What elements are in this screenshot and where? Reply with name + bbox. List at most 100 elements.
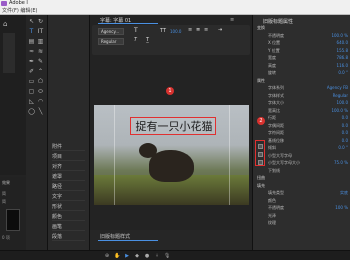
property-row[interactable]: 小型大写字母 — [256, 153, 348, 159]
vertical-path-type-icon[interactable]: ≋ — [37, 48, 44, 55]
marker-icon[interactable]: ◆ — [134, 253, 140, 259]
align-right-icon[interactable]: ≡ — [204, 27, 208, 34]
property-section[interactable]: 填充 — [256, 183, 348, 189]
dock-row[interactable]: 段落 — [52, 233, 85, 241]
dock-row[interactable]: 遮罩 — [52, 173, 85, 181]
property-value[interactable]: 0.0 — [342, 130, 348, 136]
bold-icon[interactable]: T — [134, 27, 138, 34]
property-row[interactable]: 高度 116.0 — [256, 63, 348, 69]
play-icon[interactable]: ▶ — [124, 253, 130, 259]
ellipse-tool-icon[interactable]: ◯ — [28, 108, 35, 115]
menu-items[interactable]: 文件(F) 编辑(E) — [2, 8, 37, 14]
dock-row[interactable]: 项目 — [52, 153, 85, 161]
home-icon[interactable]: ⌂ — [3, 20, 11, 28]
clipped-corner-icon[interactable]: ⬠ — [37, 78, 44, 85]
vertical-area-type-icon[interactable]: ▥ — [37, 38, 44, 45]
dock-row[interactable]: 文字 — [52, 193, 85, 201]
property-row[interactable]: 字体系列 Agency FB — [256, 85, 348, 91]
property-row[interactable]: 下划线 — [256, 168, 348, 174]
vertical-type-tool-icon[interactable]: IT — [37, 28, 44, 35]
property-value[interactable]: Agency FB — [327, 85, 348, 91]
property-value[interactable]: 0.0 ° — [338, 145, 348, 151]
dock-row[interactable]: 颜色 — [52, 213, 85, 221]
property-row[interactable]: 光泽 — [256, 213, 348, 219]
line-tool-icon[interactable]: ╲ — [37, 108, 44, 115]
property-section[interactable]: 变换 — [256, 25, 348, 31]
property-value[interactable]: 100.0 % — [331, 108, 348, 114]
property-value[interactable]: 0.0 ° — [338, 70, 348, 76]
property-row[interactable]: 宽度 786.8 — [256, 55, 348, 61]
property-row[interactable]: 行距 0.0 — [256, 115, 348, 121]
property-row[interactable]: 字符间距 0.0 — [256, 130, 348, 136]
underline-icon[interactable]: T̲ — [146, 37, 149, 44]
hand-icon[interactable]: ✋ — [114, 253, 120, 259]
list-item[interactable]: 简 — [2, 199, 6, 205]
property-row[interactable]: 字体大小 100.0 — [256, 100, 348, 106]
property-row[interactable]: X 位置 640.0 — [256, 40, 348, 46]
property-row[interactable]: 倾斜 0.0 ° — [256, 145, 348, 151]
dock-row[interactable]: 路径 — [52, 183, 85, 191]
property-value[interactable]: 75.0 % — [334, 160, 348, 166]
dock-row[interactable]: 对齐 — [52, 163, 85, 171]
property-value[interactable]: 100.0 % — [331, 33, 348, 39]
property-value[interactable]: 0.0 — [342, 123, 348, 129]
title-styles-label[interactable]: 旧版标题样式 — [100, 233, 130, 240]
record-icon[interactable]: ● — [144, 253, 150, 259]
property-row[interactable]: 宽高比 100.0 % — [256, 108, 348, 114]
list-item[interactable]: 简 — [2, 191, 6, 197]
property-row[interactable]: 旋转 0.0 ° — [256, 70, 348, 76]
convert-anchor-icon[interactable]: ⌃ — [37, 68, 44, 75]
align-left-icon[interactable]: ≡ — [188, 27, 192, 34]
property-value[interactable]: 0.0 — [342, 115, 348, 121]
property-value[interactable]: 116.0 — [337, 63, 348, 69]
italic-icon[interactable]: 𝑇 — [134, 37, 137, 44]
caption-text-box[interactable]: 捉有一只小花猫 — [130, 117, 216, 135]
property-section[interactable]: 扭曲 — [256, 175, 348, 181]
wedge-tool-icon[interactable]: ◺ — [28, 98, 35, 105]
property-value[interactable]: 0.0 — [342, 138, 348, 144]
font-family-select[interactable]: Agency... — [98, 28, 124, 35]
rounded-rect-icon[interactable]: ▢ — [28, 88, 35, 95]
add-anchor-icon[interactable]: ✐ — [28, 68, 35, 75]
dock-row[interactable]: 形状 — [52, 203, 85, 211]
delete-anchor-icon[interactable]: ✎ — [37, 58, 44, 65]
property-row[interactable]: 字偶间距 0.0 — [256, 123, 348, 129]
property-row[interactable]: 不透明度 100 % — [256, 205, 348, 211]
area-type-tool-icon[interactable]: ▤ — [28, 38, 35, 45]
font-size-value[interactable]: 100.0 — [170, 29, 181, 34]
property-value[interactable]: 155.8 — [337, 48, 348, 54]
rectangle-tool-icon[interactable]: ▭ — [28, 78, 35, 85]
property-row[interactable]: 纹理 — [256, 220, 348, 226]
property-value[interactable]: 786.8 — [337, 55, 348, 61]
property-row[interactable]: 基线位移 0.0 — [256, 138, 348, 144]
video-preview[interactable]: 捉有一只小花猫 — [94, 105, 249, 205]
type-tool-icon[interactable]: T — [28, 28, 35, 35]
property-row[interactable]: 颜色 — [256, 198, 348, 204]
menu-icon[interactable]: ≡ — [230, 17, 234, 23]
mic-icon[interactable]: 🎙 — [164, 253, 170, 259]
property-value[interactable]: 640.0 — [337, 40, 348, 46]
caption-text[interactable]: 捉有一只小花猫 — [131, 118, 217, 136]
pen-tool-icon[interactable]: ✒ — [28, 58, 35, 65]
property-value[interactable]: 100.0 — [337, 100, 348, 106]
property-row[interactable]: 字体样式 Regular — [256, 93, 348, 99]
trim-icon[interactable]: ⟊ — [154, 253, 160, 259]
dock-row[interactable]: 附件 — [52, 143, 85, 151]
tab-stops-icon[interactable]: ⇥ — [218, 27, 222, 34]
property-row[interactable]: 不透明度 100.0 % — [256, 33, 348, 39]
align-center-icon[interactable]: ≣ — [196, 27, 200, 34]
zoom-icon[interactable]: ⊕ — [104, 253, 110, 259]
selection-tool-icon[interactable]: ↖ — [28, 18, 35, 25]
font-style-select[interactable]: Regular — [98, 38, 124, 45]
property-value[interactable]: 100 % — [335, 205, 348, 211]
rotate-tool-icon[interactable]: ↻ — [37, 18, 44, 25]
path-type-tool-icon[interactable]: ≈ — [28, 48, 35, 55]
arc-tool-icon[interactable]: ◠ — [37, 98, 44, 105]
rounded-corner-icon[interactable]: ⬭ — [37, 88, 44, 95]
dock-row[interactable]: 画笔 — [52, 223, 85, 231]
property-value[interactable]: Regular — [333, 93, 348, 99]
clip-thumbnail[interactable] — [6, 209, 20, 231]
property-section[interactable]: 属性 — [256, 78, 348, 84]
property-value[interactable]: 实底 — [340, 190, 348, 196]
property-row[interactable]: Y 位置 155.8 — [256, 48, 348, 54]
